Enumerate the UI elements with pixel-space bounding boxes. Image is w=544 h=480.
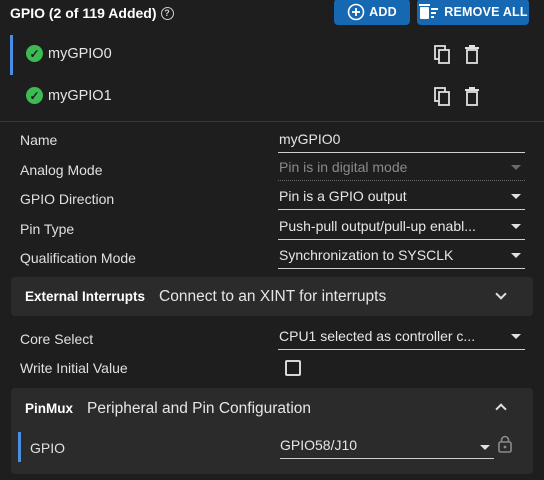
chevron-down-icon[interactable]: [495, 288, 507, 300]
plus-circle-icon: [347, 3, 365, 21]
add-button[interactable]: ADD: [334, 0, 410, 25]
analog-mode-value: Pin is in digital mode: [279, 159, 408, 175]
panel-title: GPIO (2 of 119 Added): [10, 5, 157, 21]
copy-icon[interactable]: [434, 87, 450, 107]
pin-type-value: Push-pull output/pull-up enabl...: [279, 218, 476, 234]
trash-icon[interactable]: [464, 87, 480, 107]
pinmux-gpio-label: GPIO: [30, 440, 66, 456]
check-circle-icon: ✓: [26, 45, 43, 62]
name-input[interactable]: myGPIO0: [278, 131, 525, 153]
delete-sweep-icon: [419, 4, 439, 19]
name-label: Name: [20, 132, 58, 148]
gpio-item-name: myGPIO0: [48, 45, 112, 62]
trash-icon[interactable]: [464, 45, 480, 65]
pin-type-select[interactable]: Push-pull output/pull-up enabl...: [278, 218, 525, 240]
gpio-direction-select[interactable]: Pin is a GPIO output: [278, 188, 525, 210]
gpio-item-name: myGPIO1: [48, 87, 112, 104]
help-circle-icon[interactable]: ?: [160, 6, 174, 20]
analog-mode-select: Pin is in digital mode: [278, 159, 525, 181]
remove-all-button[interactable]: REMOVE ALL: [417, 0, 529, 25]
external-interrupts-section[interactable]: External Interrupts Connect to an XINT f…: [11, 277, 533, 316]
chevron-down-icon: [511, 334, 521, 339]
chevron-down-icon: [480, 445, 490, 450]
core-select-select[interactable]: CPU1 selected as controller c...: [278, 328, 525, 350]
copy-icon[interactable]: [434, 45, 450, 65]
gpio-list-item-0[interactable]: ✓ myGPIO0: [26, 45, 112, 62]
section-title: External Interrupts: [25, 289, 146, 304]
qualification-mode-select[interactable]: Synchronization to SYSCLK: [278, 247, 525, 269]
pinmux-row-indicator: [18, 432, 21, 462]
chevron-down-icon: [511, 194, 521, 199]
pinmux-section: PinMux Peripheral and Pin Configuration …: [11, 388, 533, 474]
gpio-list-item-1[interactable]: ✓ myGPIO1: [26, 87, 112, 104]
panel-header: GPIO (2 of 119 Added) ?: [10, 5, 174, 21]
pinmux-gpio-select[interactable]: GPIO58/J10: [280, 437, 494, 459]
pinmux-header[interactable]: PinMux Peripheral and Pin Configuration: [25, 400, 311, 418]
remove-all-label: REMOVE ALL: [444, 5, 528, 19]
write-initial-value-checkbox[interactable]: [285, 360, 301, 376]
qualification-mode-label: Qualification Mode: [20, 250, 136, 266]
name-value: myGPIO0: [279, 131, 341, 147]
list-divider: [0, 121, 544, 122]
core-select-value: CPU1 selected as controller c...: [279, 328, 476, 344]
section-title: PinMux: [25, 401, 74, 416]
chevron-down-icon: [511, 224, 521, 229]
core-select-label: Core Select: [20, 331, 94, 347]
qualification-mode-value: Synchronization to SYSCLK: [279, 247, 454, 263]
section-description: Peripheral and Pin Configuration: [87, 400, 312, 417]
chevron-down-icon: [511, 165, 521, 170]
gpio-direction-label: GPIO Direction: [20, 191, 115, 207]
add-button-label: ADD: [369, 5, 397, 19]
selected-row-indicator: [10, 35, 13, 75]
chevron-down-icon: [511, 253, 521, 258]
section-description: Connect to an XINT for interrupts: [159, 288, 387, 305]
check-circle-icon: ✓: [26, 87, 43, 104]
gpio-direction-value: Pin is a GPIO output: [279, 188, 407, 204]
pin-type-label: Pin Type: [20, 221, 75, 237]
lock-icon[interactable]: [498, 435, 512, 453]
write-initial-value-label: Write Initial Value: [20, 360, 128, 376]
analog-mode-label: Analog Mode: [20, 162, 103, 178]
pinmux-gpio-value: GPIO58/J10: [280, 437, 358, 453]
chevron-up-icon[interactable]: [495, 403, 507, 415]
